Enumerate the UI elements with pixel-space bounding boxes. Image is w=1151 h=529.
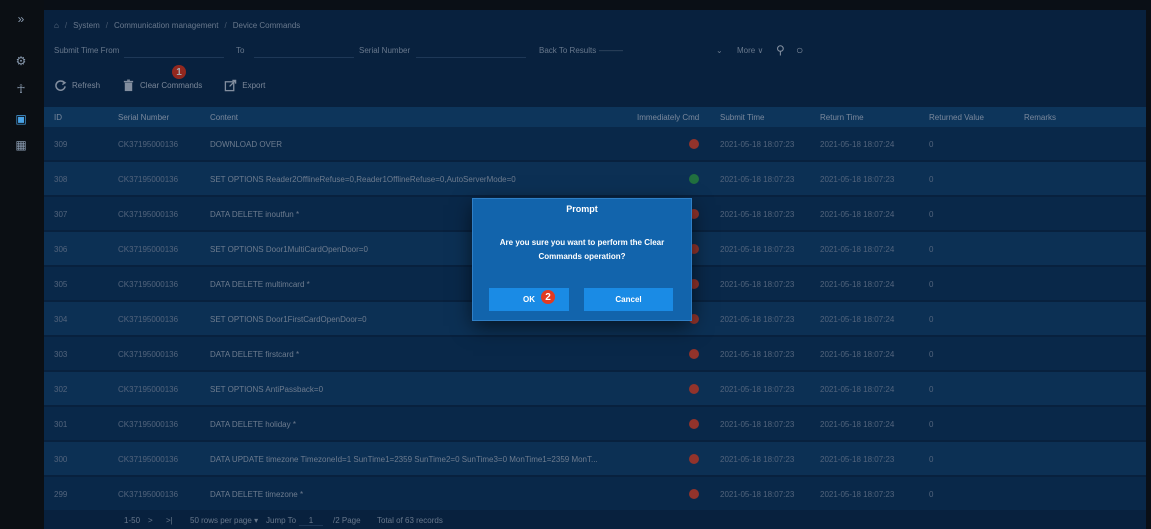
dialog-title: Prompt <box>566 204 598 214</box>
app-window: » ⚙ ☥ ▣ ▦ ⌂ / System / Communication man… <box>0 0 1151 529</box>
dialog-message: Are you sure you want to perform the Cle… <box>499 238 665 261</box>
cancel-button[interactable]: Cancel <box>584 288 673 311</box>
annotation-badge-2: 2 <box>541 290 555 304</box>
prompt-dialog: Prompt Are you sure you want to perform … <box>473 199 691 320</box>
report-icon[interactable]: ▦ <box>12 136 30 154</box>
device-icon[interactable]: ▣ <box>12 110 30 128</box>
settings-icon[interactable]: ⚙ <box>12 52 30 70</box>
ok-button[interactable]: OK <box>489 288 569 311</box>
left-icon-rail: » ⚙ ☥ ▣ ▦ <box>0 0 44 529</box>
expand-menu-icon[interactable]: » <box>12 10 30 28</box>
personnel-icon[interactable]: ☥ <box>12 80 30 98</box>
